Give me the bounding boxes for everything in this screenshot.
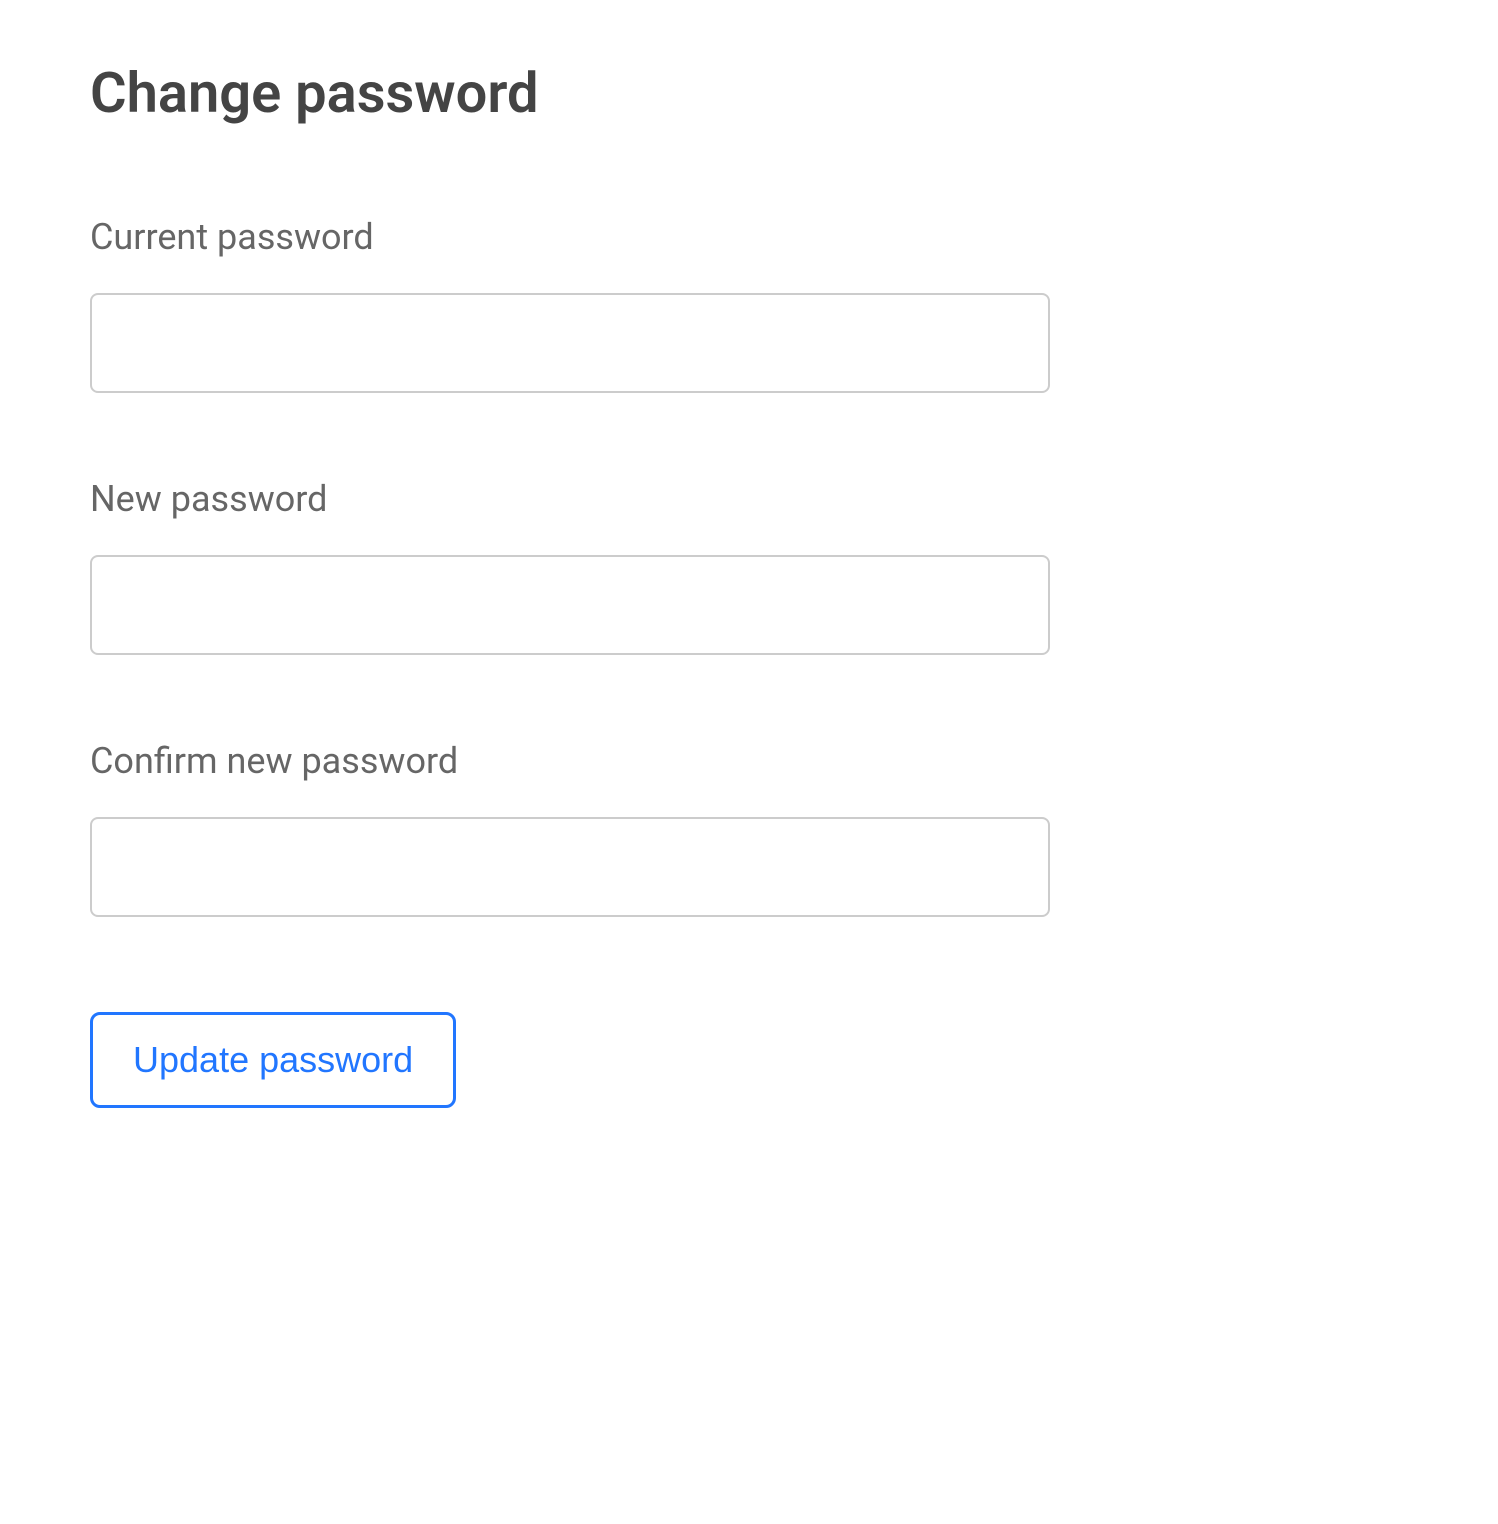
current-password-input[interactable] xyxy=(90,293,1050,393)
confirm-password-label: Confirm new password xyxy=(90,740,1050,782)
new-password-group: New password xyxy=(90,478,1050,655)
new-password-input[interactable] xyxy=(90,555,1050,655)
current-password-group: Current password xyxy=(90,216,1050,393)
update-password-button[interactable]: Update password xyxy=(90,1012,456,1108)
confirm-password-group: Confirm new password xyxy=(90,740,1050,917)
confirm-password-input[interactable] xyxy=(90,817,1050,917)
new-password-label: New password xyxy=(90,478,1050,520)
current-password-label: Current password xyxy=(90,216,1050,258)
change-password-form: Change password Current password New pas… xyxy=(90,60,1050,1108)
page-title: Change password xyxy=(90,60,1050,126)
